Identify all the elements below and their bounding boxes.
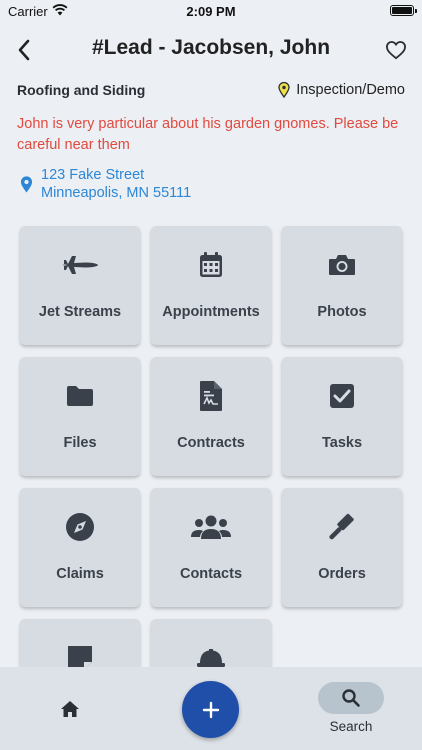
tile-files[interactable]: Files bbox=[20, 357, 140, 476]
plus-icon bbox=[202, 701, 219, 718]
clock: 2:09 PM bbox=[186, 4, 236, 19]
address-line-1: 123 Fake Street bbox=[41, 167, 145, 183]
map-pin-icon bbox=[278, 82, 290, 98]
add-button[interactable] bbox=[182, 681, 239, 738]
tile-orders[interactable]: Orders bbox=[282, 488, 402, 607]
stage-label: Inspection/Demo bbox=[296, 82, 405, 98]
stage-badge[interactable]: Inspection/Demo bbox=[278, 82, 405, 98]
tile-label: Appointments bbox=[162, 304, 260, 320]
tile-tasks[interactable]: Tasks bbox=[282, 357, 402, 476]
heart-icon bbox=[385, 41, 407, 60]
header: #Lead - Jacobsen, John bbox=[0, 30, 422, 70]
folder-icon bbox=[67, 386, 93, 406]
search-tab-label: Search bbox=[329, 719, 373, 734]
tile-jet-streams[interactable]: Jet Streams bbox=[20, 226, 140, 345]
tile-appointments[interactable]: Appointments bbox=[151, 226, 271, 345]
tile-label: Contacts bbox=[179, 566, 243, 582]
home-tab[interactable] bbox=[56, 697, 84, 721]
address-line-2: Minneapolis, MN 55111 bbox=[41, 185, 192, 201]
tile-label: Orders bbox=[318, 566, 366, 582]
search-icon bbox=[342, 689, 360, 707]
page-title: #Lead - Jacobsen, John bbox=[91, 36, 331, 59]
chevron-left-icon bbox=[18, 39, 30, 61]
tile-label: Tasks bbox=[321, 435, 363, 451]
tile-claims[interactable]: Claims bbox=[20, 488, 140, 607]
tile-label: Contracts bbox=[177, 435, 245, 451]
lead-meta: Roofing and Siding Inspection/Demo bbox=[17, 82, 405, 102]
location-icon bbox=[20, 176, 33, 193]
status-bar: Carrier 2:09 PM bbox=[0, 0, 422, 24]
camera-icon bbox=[329, 255, 355, 275]
jet-icon bbox=[62, 256, 98, 274]
back-button[interactable] bbox=[10, 36, 38, 64]
tile-label: Claims bbox=[56, 566, 104, 582]
gavel-icon bbox=[329, 513, 354, 540]
battery-icon bbox=[390, 5, 417, 16]
search-tab-indicator bbox=[318, 682, 384, 714]
tile-photos[interactable]: Photos bbox=[282, 226, 402, 345]
tile-contracts[interactable]: Contracts bbox=[151, 357, 271, 476]
home-icon bbox=[61, 701, 79, 717]
contract-icon bbox=[200, 381, 222, 411]
tile-contacts[interactable]: Contacts bbox=[151, 488, 271, 607]
favorite-button[interactable] bbox=[382, 36, 410, 64]
calendar-icon bbox=[200, 252, 222, 277]
users-icon bbox=[191, 515, 231, 539]
checkbox-icon bbox=[330, 384, 354, 408]
tile-label: Jet Streams bbox=[38, 304, 122, 320]
address-link[interactable]: 123 Fake Street Minneapolis, MN 55111 bbox=[20, 166, 405, 206]
compass-icon bbox=[66, 513, 94, 541]
lead-note: John is very particular about his garden… bbox=[17, 116, 399, 153]
tile-label: Photos bbox=[317, 304, 367, 320]
search-tab[interactable]: Search bbox=[318, 682, 384, 734]
tile-label: Files bbox=[63, 435, 97, 451]
trade-label: Roofing and Siding bbox=[17, 82, 146, 98]
